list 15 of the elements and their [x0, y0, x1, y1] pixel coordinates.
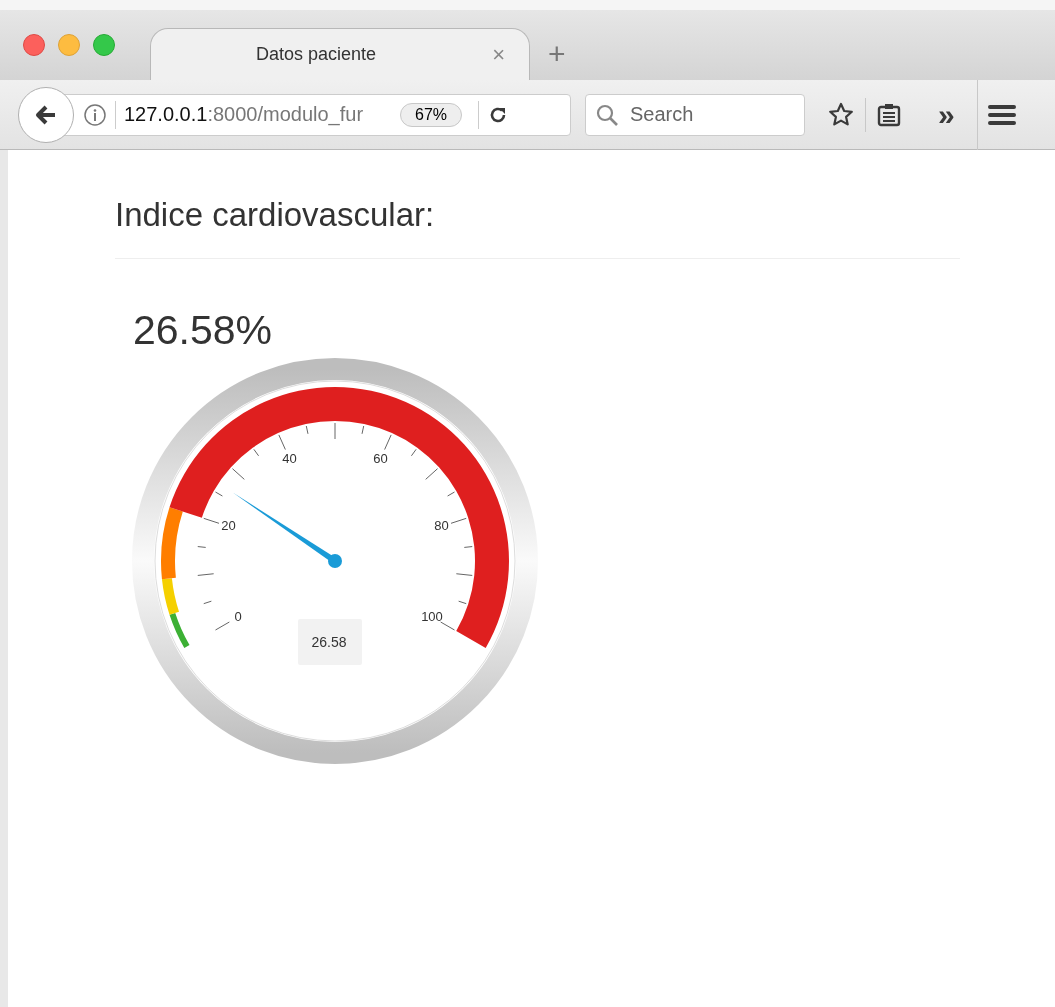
url-text: 127.0.0.1:8000/modulo_fur: [124, 103, 365, 126]
gauge-drawing: 0 20 40 60 80 100 26.58: [130, 356, 540, 766]
browser-tab[interactable]: Datos paciente ×: [150, 28, 530, 80]
section-heading: Indice cardiovascular:: [115, 196, 960, 259]
close-window-button[interactable]: [23, 34, 45, 56]
menu-icon[interactable]: [987, 102, 1016, 127]
address-bar[interactable]: 127.0.0.1:8000/modulo_fur 67%: [64, 93, 571, 136]
info-icon: [83, 102, 107, 127]
search-icon: [595, 102, 619, 127]
search-field[interactable]: Search: [585, 93, 805, 136]
tab-title: Datos paciente: [256, 44, 377, 65]
percentage-value: 26.58%: [133, 307, 274, 354]
zoom-level-badge[interactable]: 67%: [400, 102, 463, 127]
overflow-menu-button[interactable]: »: [938, 99, 955, 130]
clipboard-icon[interactable]: [876, 101, 902, 128]
